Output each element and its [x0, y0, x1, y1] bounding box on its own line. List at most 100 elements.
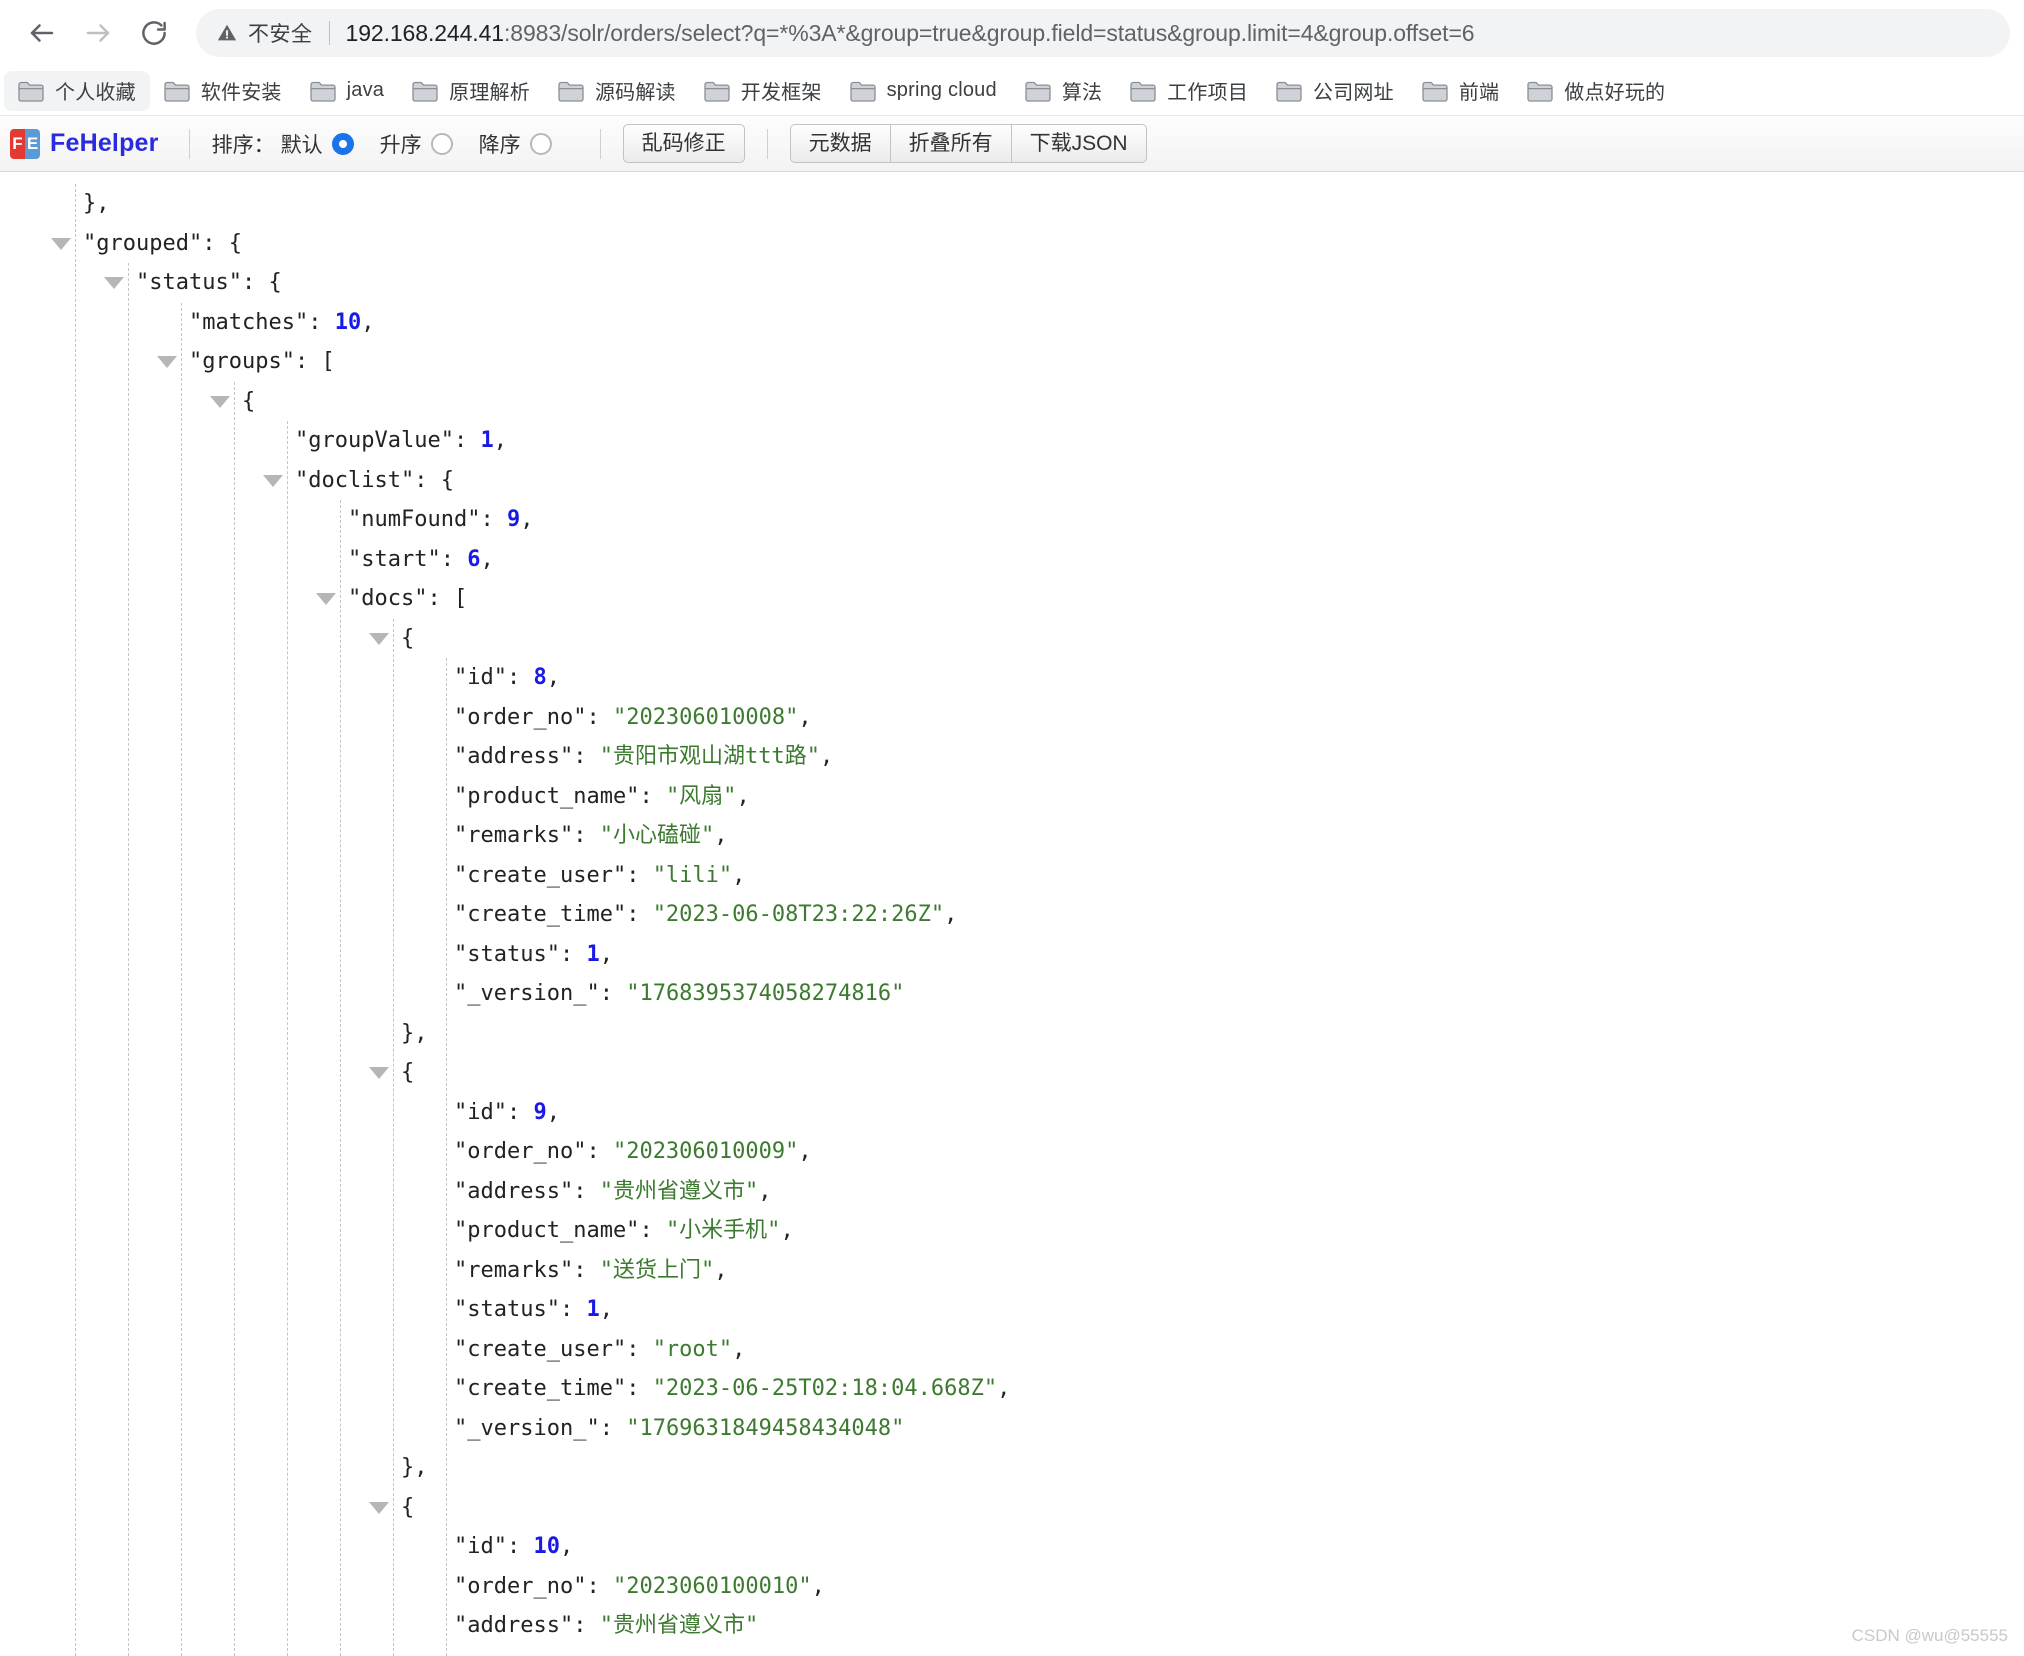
- folder-icon: [164, 80, 190, 102]
- json-line-content: "id": 9,: [0, 1100, 560, 1125]
- bookmark-item[interactable]: 算法: [1011, 71, 1116, 111]
- bookmark-label: 公司网址: [1313, 82, 1394, 104]
- json-token-punct: ,: [520, 507, 534, 532]
- collapse-triangle-icon[interactable]: [369, 632, 389, 645]
- metadata-button[interactable]: 元数据: [789, 123, 891, 164]
- json-line: "order_no": "202306010009",: [0, 1132, 2024, 1172]
- bookmark-item[interactable]: 前端: [1408, 71, 1513, 111]
- bookmark-item[interactable]: 软件安装: [150, 71, 296, 111]
- sort-radio[interactable]: [430, 132, 453, 155]
- json-token-str: "小米手机": [665, 1218, 781, 1243]
- sort-option-label: 升序: [379, 133, 422, 157]
- json-line: "docs": [: [0, 579, 2024, 619]
- sort-option-3[interactable]: 降序: [479, 129, 552, 159]
- bookmark-item[interactable]: 公司网址: [1262, 71, 1408, 111]
- json-token-punct: ,: [736, 783, 750, 809]
- json-token-punct: :: [586, 704, 613, 730]
- bookmark-label: 个人收藏: [55, 82, 136, 104]
- json-token-key: "create_user": [454, 862, 627, 888]
- json-token-punct: {: [401, 625, 415, 651]
- sort-radio[interactable]: [331, 132, 354, 155]
- json-token-num: 1: [586, 941, 600, 967]
- bookmark-item[interactable]: 开发框架: [690, 71, 836, 111]
- json-token-key: "grouped": [83, 230, 203, 256]
- url-text: 192.168.244.41:8983/solr/orders/select?q…: [346, 20, 1991, 47]
- json-token-punct: ,: [361, 309, 375, 335]
- json-token-punct: :: [599, 1415, 627, 1441]
- json-token-punct: ,: [599, 1297, 613, 1322]
- json-token-key: "order_no": [454, 1139, 587, 1164]
- json-token-punct: ,: [811, 1573, 825, 1599]
- sort-option-1[interactable]: 默认: [281, 129, 354, 159]
- json-token-num: 1: [586, 1297, 600, 1322]
- json-token-punct: ,: [546, 1099, 560, 1125]
- bookmark-item[interactable]: java: [296, 71, 399, 111]
- forward-arrow-icon: [86, 24, 110, 42]
- fix-encoding-button[interactable]: 乱码修正: [622, 123, 745, 164]
- json-line-content: "id": 10,: [0, 1534, 573, 1559]
- bookmark-item[interactable]: 个人收藏: [4, 70, 150, 111]
- collapse-all-button[interactable]: 折叠所有: [890, 123, 1012, 164]
- sort-radio[interactable]: [529, 132, 552, 155]
- json-line: },: [0, 1014, 2024, 1054]
- json-line: {: [0, 619, 2024, 659]
- json-token-num: 10: [533, 1534, 560, 1559]
- download-json-button[interactable]: 下载JSON: [1011, 123, 1147, 164]
- json-token-punct: ,: [559, 1534, 574, 1559]
- collapse-triangle-icon[interactable]: [104, 277, 124, 289]
- bookmark-item[interactable]: spring cloud: [836, 71, 1011, 111]
- not-secure-warning-icon: [216, 22, 238, 44]
- json-token-num: 1: [480, 428, 494, 453]
- json-token-punct: :: [453, 428, 481, 453]
- bookmark-item[interactable]: 原理解析: [398, 71, 544, 111]
- bookmark-label: java: [346, 79, 385, 101]
- json-token-num: 8: [533, 665, 547, 690]
- address-bar[interactable]: 不安全 192.168.244.41:8983/solr/orders/sele…: [196, 9, 2010, 57]
- reload-button[interactable]: [126, 5, 182, 61]
- collapse-triangle-icon[interactable]: [316, 593, 336, 605]
- json-token-key: "id": [454, 1099, 507, 1125]
- json-viewer[interactable]: }, "grouped": {"status": {"matches": 10, "…: [0, 172, 2024, 1656]
- json-token-punct: {: [401, 1060, 415, 1085]
- json-line: "create_user": "root",: [0, 1330, 2024, 1370]
- collapse-triangle-icon[interactable]: [51, 237, 71, 250]
- json-token-punct: ,: [798, 1139, 812, 1164]
- fehelper-brand[interactable]: F E FeHelper: [10, 128, 159, 159]
- bookmark-label: 开发框架: [740, 82, 822, 104]
- json-token-punct: {: [242, 388, 256, 414]
- collapse-triangle-icon[interactable]: [369, 1501, 389, 1514]
- bookmark-item[interactable]: 源码解读: [544, 71, 690, 111]
- json-token-punct: },: [401, 1020, 428, 1046]
- json-line-content: "product_name": "风扇",: [0, 784, 750, 809]
- json-line-content: "remarks": "小心磕碰",: [0, 823, 727, 848]
- json-line-content: "start": 6,: [0, 547, 494, 572]
- browser-toolbar: 不安全 192.168.244.41:8983/solr/orders/sele…: [0, 0, 2024, 66]
- bookmark-item[interactable]: 做点好玩的: [1513, 71, 1679, 111]
- bookmark-label: spring cloud: [886, 79, 997, 101]
- bookmark-item[interactable]: 工作项目: [1116, 71, 1262, 111]
- folder-icon: [704, 80, 730, 102]
- forward-button[interactable]: [70, 5, 126, 61]
- json-line-content: "address": "贵州省遵义市": [0, 1613, 758, 1638]
- json-token-str: "202306010009": [612, 1139, 799, 1164]
- json-token-punct: :: [573, 1257, 600, 1283]
- json-token-punct: ,: [944, 902, 958, 927]
- json-token-punct: :: [308, 309, 335, 335]
- folder-icon: [1422, 80, 1448, 102]
- collapse-triangle-icon[interactable]: [369, 1067, 389, 1079]
- json-token-punct: : {: [241, 270, 282, 295]
- json-line-content: "product_name": "小米手机",: [0, 1218, 794, 1243]
- collapse-triangle-icon[interactable]: [157, 356, 177, 368]
- folder-icon: [1130, 80, 1156, 102]
- toolbar-divider-2: [599, 128, 601, 159]
- json-line: "product_name": "小米手机",: [0, 1211, 2024, 1251]
- json-token-str: "贵州省遵义市": [599, 1613, 759, 1638]
- json-token-punct: :: [626, 1336, 653, 1362]
- collapse-triangle-icon[interactable]: [210, 395, 230, 408]
- json-line: "status": 1,: [0, 1290, 2024, 1330]
- json-token-key: "numFound": [348, 507, 481, 532]
- json-token-punct: ,: [714, 1257, 728, 1283]
- back-button[interactable]: [14, 5, 70, 61]
- sort-option-2[interactable]: 升序: [380, 129, 453, 159]
- collapse-triangle-icon[interactable]: [263, 474, 283, 487]
